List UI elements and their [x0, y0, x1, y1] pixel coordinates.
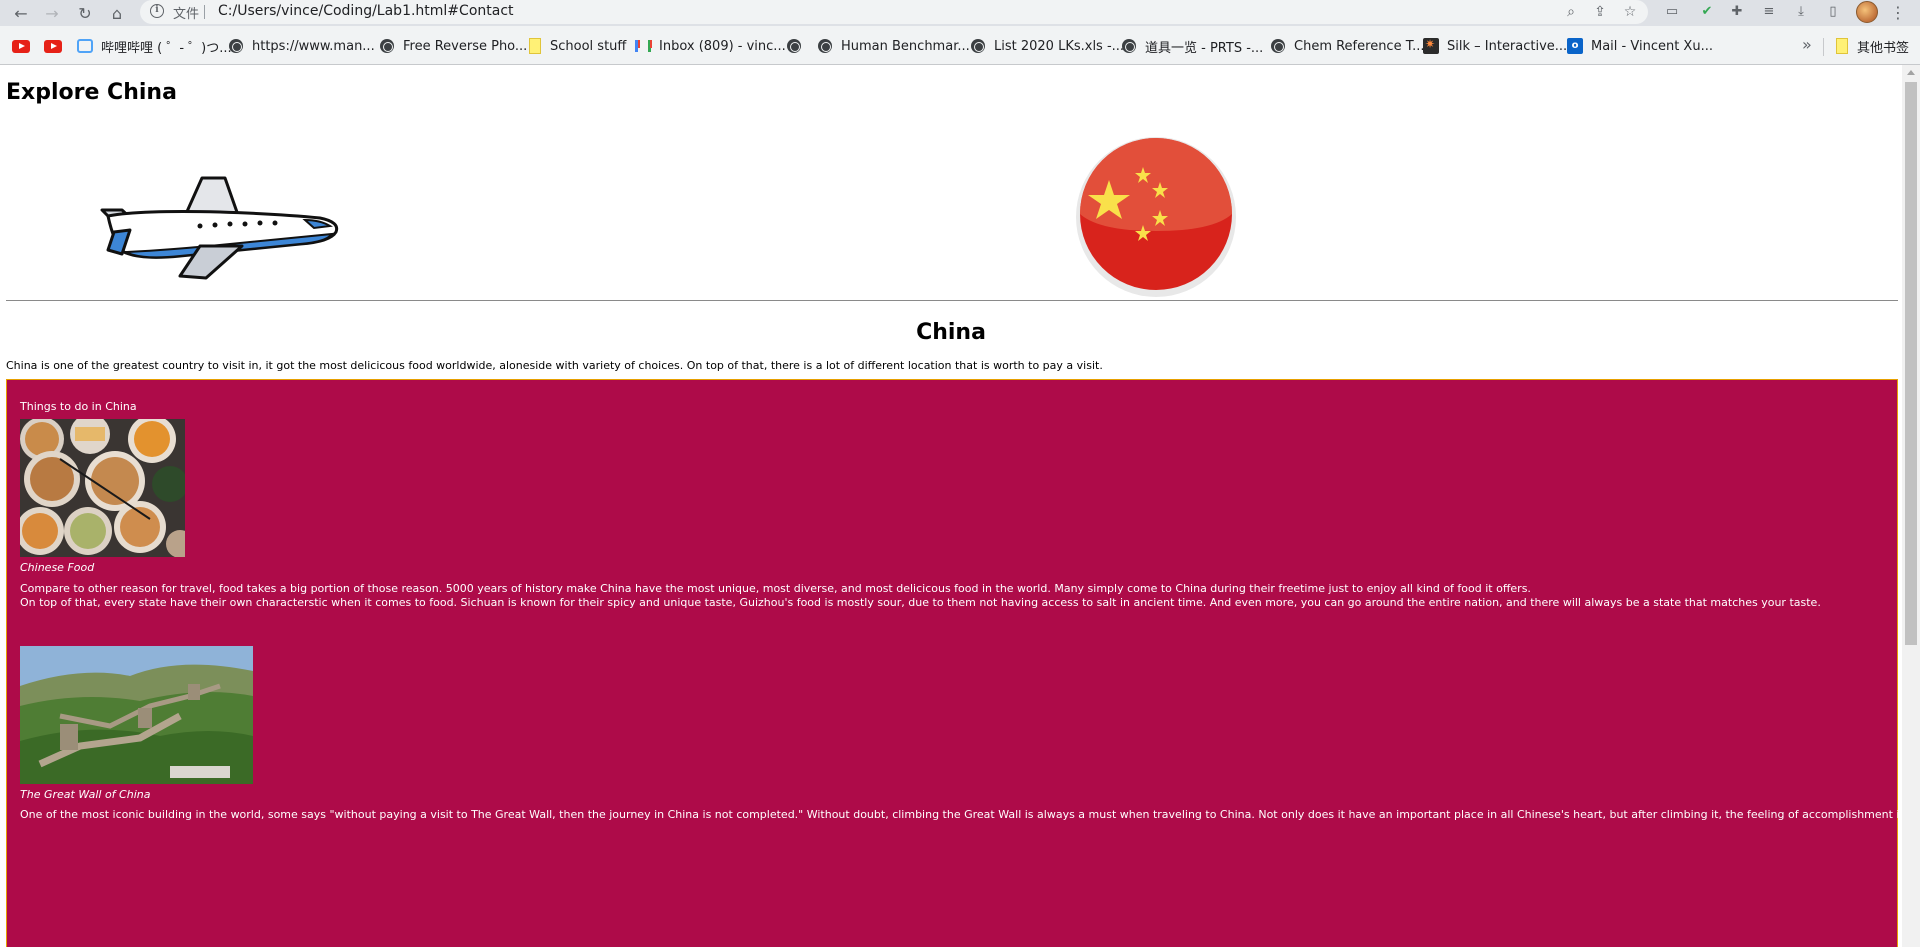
section-title: Things to do in China: [20, 400, 137, 413]
chinese-food-image: [20, 419, 185, 557]
bookmark-label: 哔哩哔哩 ( ゜- ゜)つ...: [101, 40, 232, 56]
country-heading: China: [916, 320, 986, 345]
bookmark-label: Human Benchmar...: [841, 38, 970, 54]
checkmark-extension-icon[interactable]: ✔: [1698, 3, 1716, 21]
globe-icon: [787, 39, 801, 53]
side-panel-icon[interactable]: ▯: [1824, 3, 1842, 21]
globe-icon: [229, 39, 243, 53]
bookmark-lks-list[interactable]: List 2020 LKs.xls -...: [971, 37, 1124, 55]
bookmark-school-folder[interactable]: School stuff: [529, 37, 626, 55]
things-to-do-section: Things to do in China Chinese Food Compa…: [6, 379, 1902, 947]
food-paragraph-2: On top of that, every state have their o…: [20, 596, 1821, 609]
bookmark-globe[interactable]: [787, 37, 810, 55]
forward-arrow-icon[interactable]: →: [41, 2, 63, 24]
scrollbar-thumb[interactable]: [1905, 82, 1917, 645]
site-info-icon[interactable]: i: [150, 4, 164, 18]
folder-icon: [1836, 38, 1848, 54]
bilibili-icon: [77, 39, 93, 53]
bookmark-silk[interactable]: Silk – Interactive...: [1423, 37, 1567, 55]
bookmark-human-benchmark[interactable]: Human Benchmar...: [818, 37, 970, 55]
bookmark-outlook-mail[interactable]: o Mail - Vincent Xu...: [1567, 37, 1713, 55]
section-divider: [6, 300, 1898, 301]
folder-icon: [529, 38, 541, 54]
profile-avatar[interactable]: [1856, 1, 1878, 23]
more-bookmarks-chevron-icon[interactable]: »: [1802, 35, 1812, 54]
food-paragraph-1: Compare to other reason for travel, food…: [20, 582, 1531, 595]
browser-toolbar: ← → ↻ ⌂ i 文件 C:/Users/vince/Coding/Lab1.…: [0, 0, 1920, 26]
globe-icon: [971, 39, 985, 53]
bookmark-inbox[interactable]: Inbox (809) - vinc...: [635, 37, 786, 55]
bookmark-label: 其他书签: [1857, 40, 1910, 56]
zoom-icon[interactable]: ⌕: [1562, 3, 1580, 21]
back-arrow-icon[interactable]: ←: [10, 2, 32, 24]
bookmarks-divider: [1823, 38, 1824, 56]
bookmark-label: Inbox (809) - vinc...: [659, 38, 786, 54]
page-viewport: Explore China China China is one of the …: [0, 65, 1902, 947]
intro-paragraph: China is one of the greatest country to …: [6, 359, 1103, 372]
bookmark-label: Silk – Interactive...: [1447, 38, 1568, 54]
download-icon[interactable]: ⤓: [1792, 3, 1810, 21]
globe-icon: [1122, 39, 1136, 53]
gmail-icon: [635, 40, 651, 52]
food-caption: Chinese Food: [20, 561, 95, 574]
bookmark-youtube-1[interactable]: [12, 37, 38, 55]
site-title: Explore China: [6, 80, 177, 105]
globe-icon: [1271, 39, 1285, 53]
address-bar[interactable]: i 文件 C:/Users/vince/Coding/Lab1.html#Con…: [140, 0, 1648, 24]
bookmark-label: Chem Reference T...: [1294, 38, 1425, 54]
globe-icon: [818, 39, 832, 53]
great-wall-paragraph: One of the most iconic building in the w…: [20, 808, 1902, 821]
silk-icon: [1423, 37, 1439, 54]
bookmark-label: 道具一览 - PRTS -...: [1145, 40, 1264, 56]
cast-extension-icon[interactable]: ▭: [1663, 3, 1681, 21]
bookmark-bilibili[interactable]: 哔哩哔哩 ( ゜- ゜)つ...: [77, 37, 232, 56]
url-text[interactable]: C:/Users/vince/Coding/Lab1.html#Contact: [218, 3, 514, 19]
outlook-icon: o: [1567, 38, 1583, 54]
bookmark-star-icon[interactable]: ☆: [1621, 3, 1639, 21]
bookmark-youtube-2[interactable]: [44, 37, 70, 55]
great-wall-image: [20, 646, 253, 784]
youtube-icon: [44, 39, 62, 53]
bookmarks-bar: 哔哩哔哩 ( ゜- ゜)つ... https://www.man... Free…: [0, 26, 1920, 65]
globe-icon: [380, 39, 394, 53]
airplane-image: [100, 176, 339, 280]
puzzle-extensions-icon[interactable]: ✚: [1728, 3, 1746, 21]
bookmark-label: School stuff: [550, 38, 627, 54]
bookmark-label: Free Reverse Pho...: [403, 38, 528, 54]
reload-icon[interactable]: ↻: [74, 2, 96, 24]
reading-list-icon[interactable]: ≡: [1760, 3, 1778, 21]
bookmark-label: https://www.man...: [252, 38, 375, 54]
bookmark-label: List 2020 LKs.xls -...: [994, 38, 1125, 54]
bookmark-man[interactable]: https://www.man...: [229, 37, 375, 55]
great-wall-caption: The Great Wall of China: [20, 788, 151, 801]
vertical-scrollbar[interactable]: [1902, 65, 1920, 947]
bookmark-reverse-phone[interactable]: Free Reverse Pho...: [380, 37, 527, 55]
bookmark-chem-reference[interactable]: Chem Reference T...: [1271, 37, 1425, 55]
file-scheme-label: 文件: [173, 7, 200, 22]
bookmark-prts[interactable]: 道具一览 - PRTS -...: [1122, 37, 1264, 56]
china-flag-image: [1076, 137, 1236, 297]
scroll-up-arrow-icon[interactable]: [1907, 70, 1915, 75]
bookmark-label: Mail - Vincent Xu...: [1591, 38, 1713, 54]
more-menu-icon[interactable]: ⋮: [1888, 2, 1908, 24]
other-bookmarks-folder[interactable]: 其他书签: [1836, 37, 1910, 56]
share-icon[interactable]: ⇪: [1591, 3, 1609, 21]
address-divider: [204, 5, 205, 19]
home-icon[interactable]: ⌂: [106, 2, 128, 24]
youtube-icon: [12, 39, 30, 53]
